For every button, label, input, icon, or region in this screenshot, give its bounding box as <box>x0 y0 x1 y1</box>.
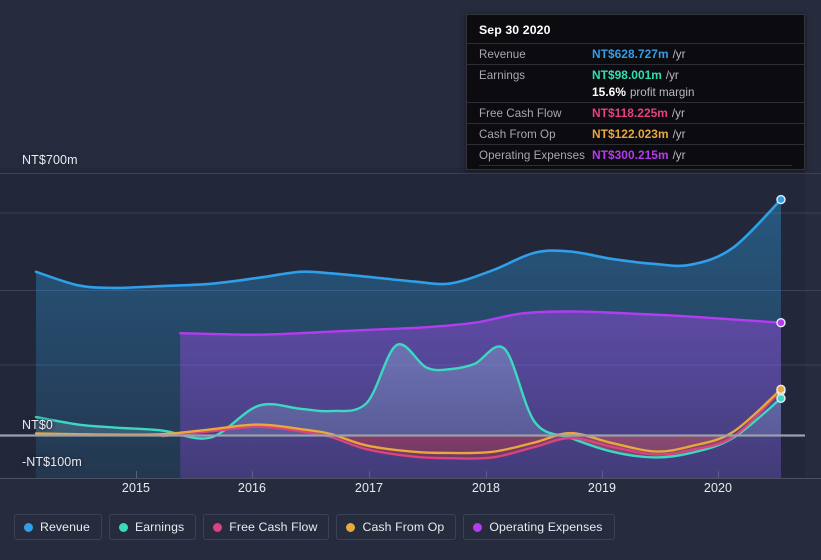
y-axis-label-0: NT$700m <box>22 153 78 167</box>
x-axis-label-2017: 2017 <box>354 481 384 495</box>
tooltip-value-free-cash-flow: NT$118.225m <box>592 106 668 120</box>
tooltip-bottom-divider <box>479 165 792 166</box>
tooltip-value-operating-expenses: NT$300.215m <box>592 148 669 162</box>
tooltip-unit-operating-expenses: /yr <box>672 149 686 162</box>
x-axis-label-2016: 2016 <box>237 481 267 495</box>
tooltip-row-earnings: Earnings NT$98.001m /yr <box>467 64 804 85</box>
revenue-color-dot-icon <box>24 522 33 532</box>
x-axis-label-2018: 2018 <box>471 481 501 495</box>
legend-item-operating-expenses[interactable]: Operating Expenses <box>463 514 615 540</box>
revenue-endpoint-marker[interactable] <box>776 194 786 205</box>
chart-tooltip: Sep 30 2020 Revenue NT$628.727m /yr Earn… <box>466 14 805 170</box>
tooltip-label-revenue: Revenue <box>479 48 526 61</box>
tooltip-label-cash-from-op: Cash From Op <box>479 128 556 141</box>
tooltip-value-earnings: NT$98.001m <box>592 68 662 82</box>
x-axis-label-2015: 2015 <box>121 481 151 495</box>
legend-label-free-cash-flow: Free Cash Flow <box>229 520 318 534</box>
tooltip-label-earnings: Earnings <box>479 69 526 82</box>
x-axis-label-2020: 2020 <box>703 481 733 495</box>
legend-label-operating-expenses: Operating Expenses <box>489 520 603 534</box>
tooltip-row-revenue: Revenue NT$628.727m /yr <box>467 43 804 64</box>
chart-legend: Revenue Earnings Free Cash Flow Cash Fro… <box>14 514 615 540</box>
tooltip-label-operating-expenses: Operating Expenses <box>479 149 585 162</box>
y-axis-label-2: -NT$100m <box>22 455 82 469</box>
legend-label-revenue: Revenue <box>40 520 90 534</box>
earnings-color-dot-icon <box>118 522 128 532</box>
legend-item-free-cash-flow[interactable]: Free Cash Flow <box>203 514 330 540</box>
tooltip-row-operating-expenses: Operating Expenses NT$300.215m /yr <box>467 144 804 165</box>
tooltip-label-free-cash-flow: Free Cash Flow <box>479 107 562 120</box>
y-axis-label-1: NT$0 <box>22 418 53 432</box>
legend-item-earnings[interactable]: Earnings <box>108 514 197 540</box>
cash-from-op-color-dot-icon <box>346 522 356 532</box>
tooltip-row-profit-margin: 15.6% profit margin <box>467 85 804 102</box>
legend-label-cash-from-op: Cash From Op <box>362 520 445 534</box>
tooltip-unit-revenue: /yr <box>672 48 686 61</box>
tooltip-unit-cash-from-op: /yr <box>672 128 686 141</box>
tooltip-row-cash-from-op: Cash From Op NT$122.023m /yr <box>467 123 804 144</box>
tooltip-unit-free-cash-flow: /yr <box>671 107 685 120</box>
legend-item-revenue[interactable]: Revenue <box>14 514 102 540</box>
tooltip-unit-earnings: /yr <box>665 69 679 82</box>
financial-chart-page: NT$700m NT$0 -NT$100m 2015 2016 2017 201… <box>0 0 821 560</box>
operating-expenses-endpoint-marker[interactable] <box>776 318 786 328</box>
legend-label-earnings: Earnings <box>134 520 185 534</box>
operating-expenses-color-dot-icon <box>473 522 483 532</box>
tooltip-value-revenue: NT$628.727m <box>592 47 669 61</box>
tooltip-unit-profit-margin: profit margin <box>629 86 695 99</box>
free-cash-flow-color-dot-icon <box>213 522 223 532</box>
legend-item-cash-from-op[interactable]: Cash From Op <box>336 514 457 540</box>
tooltip-date: Sep 30 2020 <box>479 23 551 37</box>
x-axis-label-2019: 2019 <box>587 481 617 495</box>
tooltip-value-profit-margin: 15.6% <box>592 85 626 99</box>
cash-from-op-endpoint-marker[interactable] <box>776 384 786 395</box>
tooltip-row-free-cash-flow: Free Cash Flow NT$118.225m /yr <box>467 102 804 123</box>
tooltip-value-cash-from-op: NT$122.023m <box>592 127 669 141</box>
